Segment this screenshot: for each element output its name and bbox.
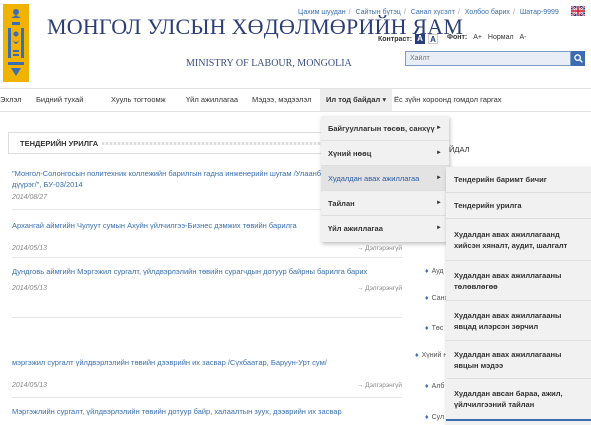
- top-link-sitemap[interactable]: Сайтын бүтэц: [356, 9, 401, 16]
- caret-right-icon: ►: [436, 200, 442, 206]
- submenu-item-tender-documents[interactable]: Тендерийн баримт бичиг: [446, 167, 591, 193]
- item-date: 2014/05/13: [12, 382, 48, 389]
- uk-flag-icon[interactable]: [571, 6, 585, 16]
- search-icon: [573, 54, 583, 63]
- top-link-hotline[interactable]: Шатар-9999: [520, 9, 559, 16]
- submenu-item-procurement-report[interactable]: Худалдан авсан бараа, ажил, үйлчилгээний…: [446, 379, 591, 421]
- top-link-email[interactable]: Цахим шуудан: [298, 9, 346, 16]
- contrast-label: Контраст:: [378, 35, 413, 43]
- procurement-submenu: Тендерийн баримт бичиг Тендерийн урилга …: [446, 167, 591, 425]
- font-normal-button[interactable]: Нормал: [488, 34, 514, 41]
- top-link-contact[interactable]: Холбоо барих: [465, 9, 510, 16]
- search-box: [405, 51, 585, 66]
- caret-right-icon: ►: [436, 225, 442, 231]
- menu-item-operations[interactable]: Үйл ажиллагаа ►: [321, 216, 449, 241]
- right-list-item[interactable]: ♦ Төс: [425, 325, 443, 332]
- main-nav: Эхлэл Бидний тухай Хууль тогтоомж Үйл аж…: [0, 88, 591, 112]
- nav-legislation[interactable]: Хууль тогтоомж: [111, 89, 166, 111]
- font-smaller-button[interactable]: A-: [520, 34, 527, 41]
- right-list-item[interactable]: ♦ Хүний н: [415, 352, 447, 359]
- divider: [12, 397, 402, 398]
- transparency-dropdown: Байгууллагын төсөв, санхүү ► Хүний нөөц ► …: [321, 116, 449, 242]
- item-date: 2014/08/27: [12, 194, 48, 201]
- list-item: Мэргэжлийн сургалт, үйлдвэрлэлийн төвийн…: [12, 406, 402, 417]
- list-item: Дундговь аймгийн Мэргэжил сургалт, үйлдв…: [12, 266, 402, 297]
- menu-item-reports[interactable]: Тайлан ►: [321, 191, 449, 216]
- section-title: ТЕНДЕРИЙН УРИЛГА: [20, 139, 99, 148]
- search-input[interactable]: [405, 51, 571, 66]
- divider: [12, 317, 402, 318]
- caret-right-icon: ►: [436, 150, 442, 156]
- caret-right-icon: ►: [436, 175, 442, 181]
- font-larger-button[interactable]: A+: [473, 34, 482, 41]
- nav-about[interactable]: Бидний тухай: [36, 89, 83, 111]
- top-link-feedback[interactable]: Санал хүсэлт: [411, 9, 455, 16]
- item-date: 2014/05/13: [12, 285, 48, 292]
- nav-home[interactable]: Эхлэл: [0, 89, 22, 111]
- nav-transparency[interactable]: Ил тод байдал ▾: [320, 89, 393, 111]
- menu-item-budget[interactable]: Байгууллагын төсөв, санхүү ►: [321, 116, 449, 141]
- submenu-item-procurement-audit[interactable]: Худалдан авах ажиллагаанд хийсэн хяналт,…: [446, 219, 591, 261]
- menu-item-hr[interactable]: Хүний нөөц ►: [321, 141, 449, 166]
- submenu-item-procurement-progress[interactable]: Худалдан авах ажиллагааны явцын мэдээ: [446, 341, 591, 379]
- top-links: Цахим шуудан / Сайтын бүтэц / Санал хүсэлт…: [298, 9, 559, 16]
- nav-news[interactable]: Мэдээ, мэдээлэл: [252, 89, 311, 111]
- list-item: мэргэжил сургалт үйлдвэрлэлийн төвийн дэ…: [12, 357, 402, 394]
- font-control: Фонт: A+ Нормал A-: [447, 34, 531, 41]
- more-link[interactable]: → Дэлгэрэнгүй: [357, 382, 402, 389]
- more-link[interactable]: → Дэлгэрэнгүй: [357, 285, 402, 292]
- item-date: 2014/05/13: [12, 245, 48, 252]
- contrast-control: Контраст: A A: [378, 34, 439, 44]
- tender-link[interactable]: Мэргэжлийн сургалт, үйлдвэрлэлийн төвийн…: [12, 406, 402, 417]
- site-header: МОНГОЛ УЛСЫН ХӨДӨЛМӨРИЙН ЯАМ MINISTRY OF…: [0, 0, 591, 88]
- right-list-item[interactable]: ♦ Сул: [425, 414, 444, 421]
- menu-item-procurement[interactable]: Худалдан авах ажиллагаа ►: [321, 166, 449, 191]
- font-label: Фонт:: [447, 34, 468, 41]
- contrast-light-button[interactable]: A: [428, 34, 439, 44]
- right-section-title: ЙДАЛ: [449, 145, 470, 154]
- more-link[interactable]: → Дэлгэрэнгүй: [357, 245, 402, 252]
- nav-activities[interactable]: Үйл ажиллагаа: [186, 89, 238, 111]
- caret-right-icon: ►: [436, 125, 442, 131]
- right-list-item[interactable]: ♦ Алб: [425, 383, 444, 390]
- submenu-item-procurement-plan[interactable]: Худалдан авах ажиллагааны төлөвлөгөө: [446, 261, 591, 301]
- contrast-dark-button[interactable]: A: [415, 34, 426, 44]
- state-emblem-icon[interactable]: [3, 4, 29, 82]
- site-subtitle: MINISTRY OF LABOUR, MONGOLIA: [186, 58, 352, 69]
- tender-link[interactable]: мэргэжил сургалт үйлдвэрлэлийн төвийн дэ…: [12, 357, 402, 368]
- search-button[interactable]: [571, 51, 585, 66]
- tender-link[interactable]: Дундговь аймгийн Мэргэжил сургалт, үйлдв…: [12, 266, 402, 277]
- submenu-item-procurement-violations[interactable]: Худалдан авах ажиллагааны явцад илэрсэн …: [446, 301, 591, 341]
- right-list-item[interactable]: ♦ Ауд: [425, 268, 444, 275]
- nav-ethics-complaint[interactable]: Ёс зүйн хороонд гомдол гаргах: [394, 89, 502, 111]
- divider: [12, 257, 402, 258]
- right-list-item[interactable]: ♦ Санх: [425, 295, 448, 302]
- submenu-item-tender-invitation[interactable]: Тендерийн урилга: [446, 193, 591, 219]
